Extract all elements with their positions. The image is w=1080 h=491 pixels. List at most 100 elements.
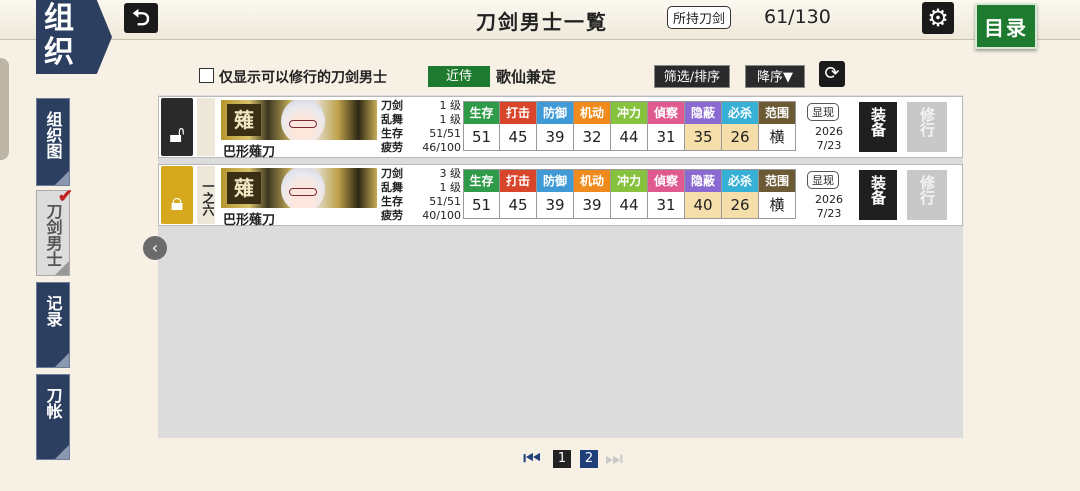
page-title: 刀剑男士一覧 <box>476 10 608 34</box>
stat-header: 偵察 <box>648 170 684 192</box>
stat-header: 机动 <box>574 102 610 124</box>
owned-swords-count: 61/130 <box>764 6 831 28</box>
stat-header: 打击 <box>500 102 536 124</box>
settings-button[interactable]: ⚙ <box>922 2 954 34</box>
stat-cell: 隐蔽 35 <box>685 101 722 151</box>
info-value: 1 级 <box>439 181 462 194</box>
unit-rank: 一之六 <box>197 166 215 224</box>
refresh-button[interactable]: ⟳ <box>819 61 845 87</box>
stat-value: 26 <box>722 192 758 218</box>
stat-value: 39 <box>537 192 573 218</box>
stat-cell: 机动 32 <box>574 101 611 151</box>
menu-button[interactable]: 目录 <box>975 3 1037 49</box>
side-tab-swords[interactable]: 刀剑男士 ✔ <box>36 186 73 276</box>
only-trainable-label: 仅显示可以修行的刀剑男士 <box>219 70 387 86</box>
screen-edge-handle[interactable] <box>0 58 9 160</box>
sword-info: 刀剑 1 级乱舞 1 级生存 51/51 疲劳 46/100 <box>381 99 461 155</box>
side-tab-label: 记录 <box>43 295 63 327</box>
stat-cell: 打击 45 <box>500 101 537 151</box>
first-page-icon[interactable]: ⏮ <box>523 447 541 469</box>
info-key: 刀剑 <box>381 99 403 112</box>
info-key: 乱舞 <box>381 181 403 194</box>
order-toggle-button[interactable]: 降序▼ <box>745 65 805 88</box>
info-value: 46/100 <box>422 141 461 154</box>
sword-portrait[interactable]: 薙 <box>221 100 377 140</box>
info-key: 刀剑 <box>381 167 403 180</box>
stat-value: 44 <box>611 124 647 150</box>
stat-value: 横 <box>759 124 795 150</box>
info-key: 疲劳 <box>381 141 403 154</box>
stat-cell: 冲力 44 <box>611 101 648 151</box>
stat-cell: 偵察 31 <box>648 101 685 151</box>
stat-header: 范围 <box>759 170 795 192</box>
chevron-left-icon: ‹ <box>151 238 159 257</box>
stat-header: 必杀 <box>722 102 758 124</box>
info-key: 乱舞 <box>381 113 403 126</box>
filter-sort-button[interactable]: 筛选/排序 <box>654 65 730 88</box>
manifest-date: 2026 7/23 <box>805 193 853 221</box>
page-number-2[interactable]: 2 <box>580 450 598 468</box>
equip-button[interactable]: 装备 <box>859 170 897 220</box>
stat-table: 生存 51 打击 45 防御 39 机动 32 冲力 44 偵察 31 隐蔽 35 必杀 26 范围横 <box>463 101 796 151</box>
info-key: 疲劳 <box>381 209 403 222</box>
sword-row[interactable]: 🔒︎ 一之六薙巴形薙刀 刀剑 3 级乱舞 1 级生存 51/51 疲劳 40/100 生存 51 打… <box>158 164 963 228</box>
checkmark-icon: ✔ <box>57 186 73 207</box>
side-tab-records[interactable]: 记录 <box>36 282 70 368</box>
back-button[interactable]: ⮌ <box>124 3 158 33</box>
stat-header: 防御 <box>537 102 573 124</box>
date-month-day: 7/23 <box>816 207 842 220</box>
organize-badge: 组 织 <box>36 0 112 74</box>
lock-closed-icon[interactable]: 🔒︎ <box>161 166 193 224</box>
sword-row[interactable]: 🔓︎ 薙巴形薙刀 刀剑 1 级乱舞 1 级生存 51/51 疲劳 46/100 生存 51 打击 45… <box>158 96 963 160</box>
stat-value: 32 <box>574 124 610 150</box>
stat-header: 生存 <box>464 170 499 192</box>
lock-open-icon[interactable]: 🔓︎ <box>161 98 193 156</box>
last-page-icon: ⏭ <box>605 446 623 470</box>
info-value: 1 级 <box>439 113 462 126</box>
stat-header: 冲力 <box>611 170 647 192</box>
manifest-date: 2026 7/23 <box>805 125 853 153</box>
sword-list-panel: 🔓︎ 薙巴形薙刀 刀剑 1 级乱舞 1 级生存 51/51 疲劳 46/100 生存 51 打击 45… <box>158 95 963 438</box>
training-button[interactable]: 修行 <box>907 170 947 220</box>
sword-name: 巴形薙刀 <box>223 145 276 160</box>
sword-portrait[interactable]: 薙 <box>221 168 377 208</box>
stat-header: 隐蔽 <box>685 102 721 124</box>
stat-cell: 范围横 <box>759 101 796 151</box>
stat-cell: 隐蔽 40 <box>685 169 722 219</box>
info-key: 生存 <box>381 127 403 140</box>
side-tab-organize-chart[interactable]: 组织图 <box>36 98 70 186</box>
manifest-label: 显现 <box>807 103 839 121</box>
info-line: 刀剑 1 级 <box>381 99 461 113</box>
info-value: 51/51 <box>429 127 461 140</box>
attendant-badge: 近侍 <box>428 66 490 87</box>
stat-value: 51 <box>464 192 499 218</box>
gear-icon: ⚙ <box>927 4 949 32</box>
info-line: 生存 51/51 <box>381 127 461 141</box>
page-number-1[interactable]: 1 <box>553 450 571 468</box>
tab-corner-decoration <box>55 445 69 459</box>
only-trainable-checkbox[interactable] <box>199 68 214 83</box>
training-button[interactable]: 修行 <box>907 102 947 152</box>
stat-value: 39 <box>537 124 573 150</box>
stat-cell: 防御 39 <box>537 101 574 151</box>
stat-header: 必杀 <box>722 170 758 192</box>
equip-button[interactable]: 装备 <box>859 102 897 152</box>
glasses-decoration <box>289 188 317 196</box>
stat-cell: 生存 51 <box>463 169 500 219</box>
stat-value: 26 <box>722 124 758 150</box>
stat-cell: 生存 51 <box>463 101 500 151</box>
info-line: 刀剑 3 级 <box>381 167 461 181</box>
stat-table: 生存 51 打击 45 防御 39 机动 39 冲力 44 偵察 31 隐蔽 40 必杀 26 范围横 <box>463 169 796 219</box>
stat-cell: 打击 45 <box>500 169 537 219</box>
naginata-crest-icon: 薙 <box>227 172 261 204</box>
side-tab-sword-book[interactable]: 刀帐 <box>36 374 70 460</box>
stat-cell: 防御 39 <box>537 169 574 219</box>
refresh-icon: ⟳ <box>824 63 840 84</box>
stat-header: 防御 <box>537 170 573 192</box>
stat-value: 31 <box>648 192 684 218</box>
naginata-crest-icon: 薙 <box>227 104 261 136</box>
stat-header: 范围 <box>759 102 795 124</box>
collapse-arrow-button[interactable]: ‹ <box>143 236 167 260</box>
tab-corner-decoration <box>55 171 69 185</box>
stat-cell: 冲力 44 <box>611 169 648 219</box>
